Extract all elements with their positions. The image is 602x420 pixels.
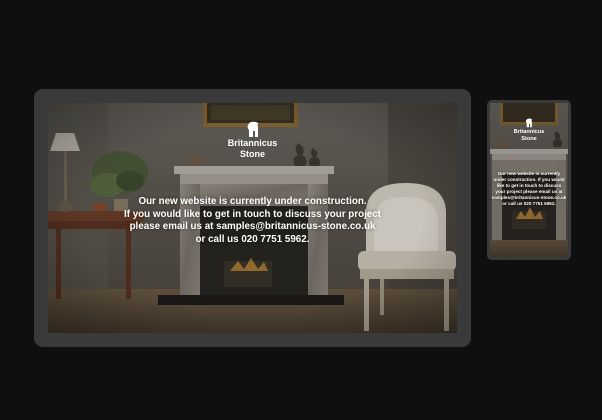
brand-logo-mobile[interactable]: Britannicus Stone (490, 118, 568, 142)
desktop-device-frame: Britannicus Stone Our new website is cur… (34, 89, 471, 347)
message-line: If you would like to get in touch to dis… (124, 208, 381, 220)
brand-name-line1: Britannicus (513, 129, 545, 135)
brand-name-line1: Britannicus (227, 138, 278, 148)
desktop-screen: Britannicus Stone Our new website is cur… (48, 103, 457, 333)
message-line-phone[interactable]: or call us 020 7751 5962. (490, 201, 568, 207)
construction-message: Our new website is currently under const… (48, 196, 457, 246)
brand-logo[interactable]: Britannicus Stone (48, 121, 457, 160)
brand-name-line2: Stone (521, 136, 537, 143)
message-line: Our new website is currently under const… (138, 196, 367, 207)
mobile-device-frame: Britannicus Stone Our new website is cur… (487, 100, 571, 260)
construction-message-mobile: Our new website is currently under const… (490, 171, 568, 208)
spartan-helmet-icon (247, 121, 258, 137)
message-line-phone[interactable]: or call us 020 7751 5962. (48, 234, 457, 247)
brand-name-line2: Stone (239, 148, 265, 159)
mobile-screen: Britannicus Stone Our new website is cur… (490, 103, 568, 257)
message-line-email[interactable]: please email us at samples@britannicus-s… (48, 221, 457, 234)
spartan-helmet-icon (525, 118, 533, 128)
